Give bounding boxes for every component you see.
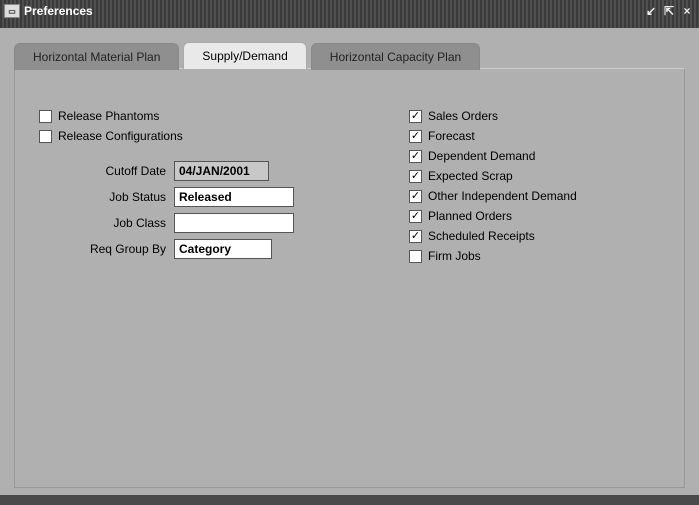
job-status-field[interactable] bbox=[174, 187, 294, 207]
dependent-demand-row: Dependent Demand bbox=[409, 149, 660, 163]
window-title: Preferences bbox=[24, 4, 93, 18]
minimize-icon[interactable]: ↙ bbox=[643, 4, 659, 18]
sales-orders-checkbox[interactable] bbox=[409, 110, 422, 123]
req-group-by-label: Req Group By bbox=[39, 242, 174, 256]
cutoff-date-row: Cutoff Date bbox=[39, 161, 369, 181]
release-phantoms-checkbox[interactable] bbox=[39, 110, 52, 123]
job-status-label: Job Status bbox=[39, 190, 174, 204]
client-area: Horizontal Material Plan Supply/Demand H… bbox=[0, 28, 699, 505]
dependent-demand-label: Dependent Demand bbox=[428, 149, 535, 163]
forecast-row: Forecast bbox=[409, 129, 660, 143]
other-independent-demand-row: Other Independent Demand bbox=[409, 189, 660, 203]
expected-scrap-row: Expected Scrap bbox=[409, 169, 660, 183]
job-class-row: Job Class bbox=[39, 213, 369, 233]
forecast-checkbox[interactable] bbox=[409, 130, 422, 143]
other-independent-demand-checkbox[interactable] bbox=[409, 190, 422, 203]
planned-orders-checkbox[interactable] bbox=[409, 210, 422, 223]
tab-strip: Horizontal Material Plan Supply/Demand H… bbox=[14, 42, 685, 69]
preferences-window: ▭ Preferences ↙ ⇱ × Horizontal Material … bbox=[0, 0, 699, 505]
right-column: Sales Orders Forecast Dependent Demand E… bbox=[409, 109, 660, 269]
tab-horizontal-capacity-plan[interactable]: Horizontal Capacity Plan bbox=[311, 43, 480, 70]
firm-jobs-row: Firm Jobs bbox=[409, 249, 660, 263]
other-independent-demand-label: Other Independent Demand bbox=[428, 189, 577, 203]
release-configurations-checkbox[interactable] bbox=[39, 130, 52, 143]
close-icon[interactable]: × bbox=[679, 4, 695, 18]
restore-icon[interactable]: ⇱ bbox=[661, 4, 677, 18]
firm-jobs-checkbox[interactable] bbox=[409, 250, 422, 263]
titlebar: ▭ Preferences ↙ ⇱ × bbox=[0, 0, 699, 22]
req-group-by-field[interactable] bbox=[174, 239, 272, 259]
app-icon: ▭ bbox=[4, 4, 20, 18]
expected-scrap-label: Expected Scrap bbox=[428, 169, 513, 183]
job-status-row: Job Status bbox=[39, 187, 369, 207]
cutoff-date-field[interactable] bbox=[174, 161, 269, 181]
job-class-field[interactable] bbox=[174, 213, 294, 233]
scheduled-receipts-row: Scheduled Receipts bbox=[409, 229, 660, 243]
release-phantoms-row: Release Phantoms bbox=[39, 109, 369, 123]
bottom-chrome bbox=[0, 495, 699, 505]
release-configurations-label: Release Configurations bbox=[58, 129, 183, 143]
release-phantoms-label: Release Phantoms bbox=[58, 109, 159, 123]
cutoff-date-label: Cutoff Date bbox=[39, 164, 174, 178]
tab-horizontal-material-plan[interactable]: Horizontal Material Plan bbox=[14, 43, 179, 70]
form-block: Cutoff Date Job Status Job Class Re bbox=[39, 161, 369, 259]
planned-orders-label: Planned Orders bbox=[428, 209, 512, 223]
left-column: Release Phantoms Release Configurations … bbox=[39, 109, 369, 269]
tab-panel-supply-demand: Release Phantoms Release Configurations … bbox=[14, 68, 685, 488]
forecast-label: Forecast bbox=[428, 129, 475, 143]
sales-orders-label: Sales Orders bbox=[428, 109, 498, 123]
planned-orders-row: Planned Orders bbox=[409, 209, 660, 223]
expected-scrap-checkbox[interactable] bbox=[409, 170, 422, 183]
tab-supply-demand[interactable]: Supply/Demand bbox=[183, 42, 306, 69]
req-group-by-row: Req Group By bbox=[39, 239, 369, 259]
sales-orders-row: Sales Orders bbox=[409, 109, 660, 123]
scheduled-receipts-label: Scheduled Receipts bbox=[428, 229, 535, 243]
dependent-demand-checkbox[interactable] bbox=[409, 150, 422, 163]
scheduled-receipts-checkbox[interactable] bbox=[409, 230, 422, 243]
job-class-label: Job Class bbox=[39, 216, 174, 230]
firm-jobs-label: Firm Jobs bbox=[428, 249, 481, 263]
release-configurations-row: Release Configurations bbox=[39, 129, 369, 143]
